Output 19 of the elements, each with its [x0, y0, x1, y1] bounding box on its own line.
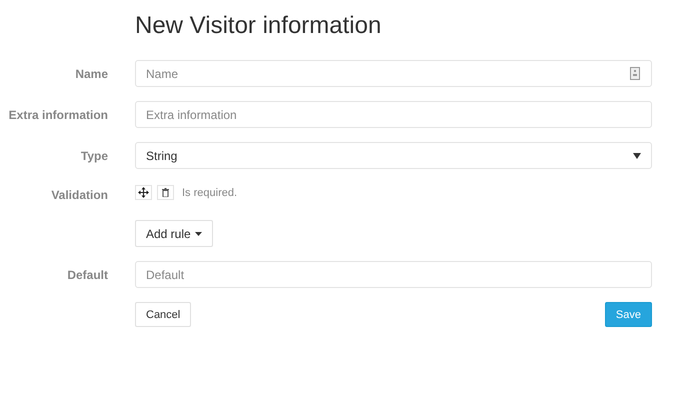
page-title: New Visitor information: [135, 12, 382, 40]
dropdown-caret-icon: [633, 152, 641, 158]
rule-text: Is required.: [182, 186, 238, 198]
type-select[interactable]: String: [135, 142, 652, 169]
field-label: Extra information: [8, 107, 108, 122]
field-label: Name: [74, 66, 108, 81]
field-label: Default: [66, 267, 108, 282]
delete-button[interactable]: [157, 185, 174, 200]
add-rule-button[interactable]: Add rule: [135, 220, 213, 247]
text-field[interactable]: Default: [135, 261, 652, 288]
cancel-button[interactable]: Cancel: [135, 302, 192, 327]
trash-icon: [162, 188, 169, 197]
text-field[interactable]: Extra information: [135, 101, 652, 128]
text-field[interactable]: Name: [135, 60, 652, 87]
field-label: Validation: [50, 187, 108, 202]
move-button[interactable]: [135, 185, 152, 200]
move-icon: [138, 187, 149, 198]
caret-icon: [194, 232, 202, 236]
field-label: Type: [80, 148, 108, 163]
